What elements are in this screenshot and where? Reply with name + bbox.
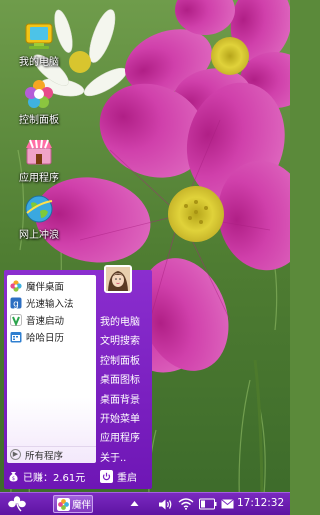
- menu-item-haha-calendar[interactable]: 哈哈日历: [7, 328, 96, 345]
- link-desktop-icons[interactable]: 桌面图标: [100, 371, 152, 390]
- taskbar: 魔伴 17:12:32: [0, 492, 290, 515]
- clock[interactable]: 17:12:32: [237, 497, 284, 509]
- menu-item-label: 魔伴桌面: [26, 281, 65, 293]
- desktop-icon-control-panel[interactable]: 控制面板: [6, 78, 72, 126]
- svg-text:$: $: [12, 476, 15, 482]
- taskbar-item-label: 魔伴: [72, 500, 92, 511]
- pinwheel-icon: [10, 279, 22, 292]
- desktop-icon-label: 我的电脑: [19, 57, 59, 68]
- speaker-icon[interactable]: [158, 498, 174, 511]
- money-bag-icon: $: [9, 472, 18, 482]
- start-menu: 魔伴桌面 g 光速输入法 音速启动 哈哈日历 ▶ 所有程序 我的电脑 文明搜索 …: [4, 265, 152, 489]
- menu-item-label: 哈哈日历: [26, 332, 65, 344]
- control-panel-icon: [25, 80, 53, 108]
- all-programs-button[interactable]: ▶ 所有程序: [7, 446, 96, 462]
- input-method-icon: g: [10, 297, 22, 309]
- wifi-icon[interactable]: [178, 497, 194, 510]
- taskbar-item-moban[interactable]: 魔伴: [53, 495, 93, 513]
- link-applications[interactable]: 应用程序: [100, 429, 152, 448]
- desktop-icon-label: 应用程序: [19, 173, 59, 184]
- my-computer-icon: [25, 23, 53, 49]
- earnings-text: 已赚：2.61元: [23, 473, 86, 484]
- avatar-image: [106, 267, 130, 291]
- menu-item-label: 音速启动: [26, 315, 65, 327]
- link-about[interactable]: 关于..: [100, 449, 152, 468]
- restart-button[interactable]: 重启: [100, 469, 137, 484]
- quick-launch-icon: [10, 313, 22, 326]
- web-browser-icon: [25, 195, 53, 223]
- start-menu-app-list: 魔伴桌面 g 光速输入法 音速启动 哈哈日历 ▶ 所有程序: [7, 275, 96, 463]
- pinwheel-icon: [57, 497, 70, 511]
- link-start-menu[interactable]: 开始菜单: [100, 410, 152, 429]
- all-programs-label: 所有程序: [25, 450, 64, 462]
- desktop-icon-label: 控制面板: [19, 115, 59, 126]
- desktop-icon-web-browser[interactable]: 网上冲浪: [6, 193, 72, 241]
- desktop-icon-applications[interactable]: 应用程序: [6, 136, 72, 184]
- right-arrow-icon: ▶: [10, 449, 21, 460]
- earnings-display[interactable]: $ 已赚：2.61元: [8, 469, 85, 484]
- mail-icon[interactable]: [221, 499, 234, 509]
- desktop-icon-my-computer[interactable]: 我的电脑: [6, 20, 72, 68]
- menu-item-mobanzhuomian[interactable]: 魔伴桌面: [7, 277, 96, 294]
- link-my-computer[interactable]: 我的电脑: [100, 313, 152, 332]
- battery-icon[interactable]: [199, 496, 217, 512]
- menu-item-yinsu-launch[interactable]: 音速启动: [7, 311, 96, 328]
- user-avatar[interactable]: [104, 265, 132, 293]
- applications-icon: [26, 139, 52, 165]
- link-search[interactable]: 文明搜索: [100, 332, 152, 351]
- link-control-panel[interactable]: 控制面板: [100, 352, 152, 371]
- start-menu-links-panel: 我的电脑 文明搜索 控制面板 桌面图标 桌面背景 开始菜单 应用程序 关于..: [100, 265, 152, 489]
- start-button[interactable]: [8, 496, 26, 512]
- svg-text:g: g: [13, 299, 19, 309]
- menu-item-guangsu-input[interactable]: g 光速输入法: [7, 294, 96, 311]
- desktop-icon-label: 网上冲浪: [19, 230, 59, 241]
- calendar-icon: [10, 331, 22, 342]
- power-icon: [100, 470, 113, 483]
- up-arrow-icon[interactable]: [130, 500, 139, 507]
- menu-item-label: 光速输入法: [26, 298, 74, 310]
- link-desktop-background[interactable]: 桌面背景: [100, 391, 152, 410]
- restart-label: 重启: [117, 473, 137, 484]
